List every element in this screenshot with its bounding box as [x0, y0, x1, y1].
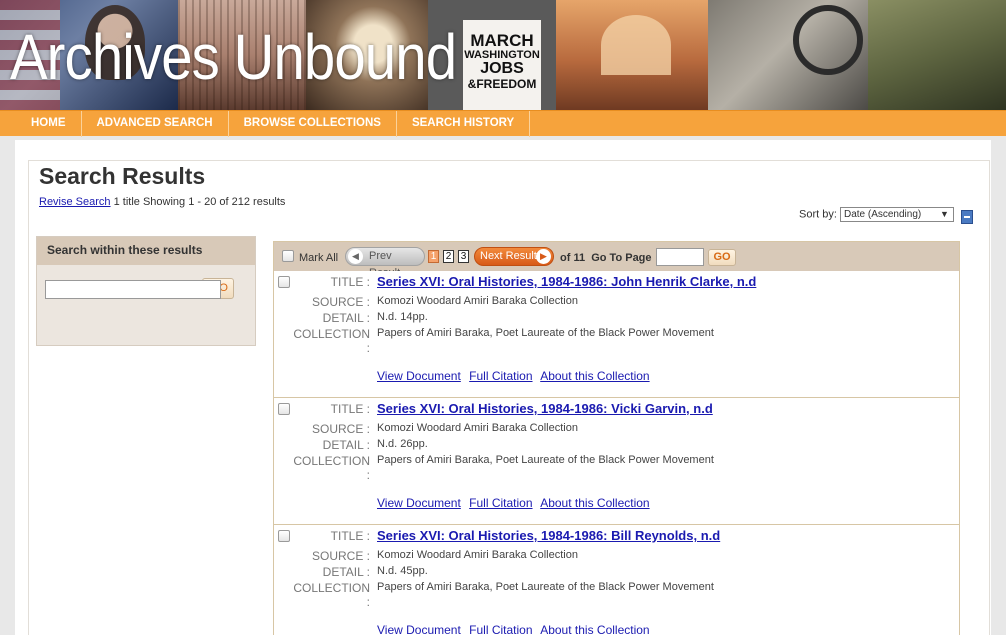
brand-logo[interactable]: Archives Unbound	[10, 20, 457, 94]
record-actions: View Document Full Citation About this C…	[377, 623, 655, 635]
sort-select[interactable]: Date (Ascending) ▼	[839, 207, 954, 222]
about-collection-link[interactable]: About this Collection	[540, 496, 649, 510]
source-label: SOURCE :	[311, 422, 370, 436]
page-body: Search Results Revise Search 1 title Sho…	[15, 140, 991, 635]
title-label: TITLE :	[330, 402, 370, 416]
sign-text: JOBS	[480, 60, 524, 78]
main-nav: HOME ADVANCED SEARCH BROWSE COLLECTIONS …	[0, 110, 1006, 137]
prev-result-button[interactable]: ◀ Prev Result	[345, 247, 425, 279]
dropdown-arrow-icon: ▼	[940, 209, 949, 219]
full-citation-link[interactable]: Full Citation	[469, 623, 532, 635]
results-summary: Revise Search 1 title Showing 1 - 20 of …	[39, 196, 285, 208]
goto-page-label: Go To Page	[591, 252, 652, 264]
title-label: TITLE :	[330, 529, 370, 543]
view-document-link[interactable]: View Document	[377, 496, 461, 510]
march-sign: MARCH WASHINGTON JOBS &FREEDOM	[463, 20, 541, 110]
collection-colon: :	[366, 341, 370, 355]
detail-label: DETAIL :	[322, 311, 370, 325]
record-detail: N.d. 26pp.	[377, 438, 428, 450]
record-detail: N.d. 45pp.	[377, 565, 428, 577]
nav-home[interactable]: HOME	[0, 111, 82, 137]
nav-browse-collections[interactable]: BROWSE COLLECTIONS	[229, 111, 397, 137]
record-title-link[interactable]: Series XVI: Oral Histories, 1984-1986: V…	[377, 401, 713, 416]
content-panel: Search Results Revise Search 1 title Sho…	[28, 160, 990, 635]
mark-all-checkbox[interactable]	[282, 250, 294, 262]
banner-photo-protest	[708, 0, 868, 110]
revise-search-link[interactable]: Revise Search	[39, 196, 111, 208]
result-record: TITLE : Series XVI: Oral Histories, 1984…	[274, 271, 959, 398]
search-within-heading: Search within these results	[37, 237, 255, 265]
record-collection: Papers of Amiri Baraka, Poet Laureate of…	[377, 454, 714, 466]
title-label: TITLE :	[330, 275, 370, 289]
record-collection: Papers of Amiri Baraka, Poet Laureate of…	[377, 327, 714, 339]
sort-selected-value: Date (Ascending)	[843, 209, 922, 220]
collection-colon: :	[366, 468, 370, 482]
sort-label: Sort by:	[799, 208, 837, 221]
goto-page-go-button[interactable]: GO	[708, 249, 736, 266]
arrow-left-icon: ◀	[348, 249, 363, 264]
record-source: Komozi Woodard Amiri Baraka Collection	[377, 549, 578, 561]
banner-photo-desert	[556, 0, 708, 110]
source-label: SOURCE :	[311, 549, 370, 563]
next-result-label: Next Result	[480, 250, 537, 262]
page-title: Search Results	[39, 163, 206, 189]
arrow-right-icon: ▶	[536, 249, 551, 264]
results-list: Mark All ◀ Prev Result 1 2 3 Next Result…	[273, 241, 960, 635]
record-actions: View Document Full Citation About this C…	[377, 496, 655, 510]
next-result-button[interactable]: Next Result ▶	[474, 247, 554, 266]
page-count: of 11 Go To Page	[560, 252, 652, 264]
view-document-link[interactable]: View Document	[377, 623, 461, 635]
total-pages: 11	[573, 252, 586, 264]
record-title-link[interactable]: Series XVI: Oral Histories, 1984-1986: J…	[377, 274, 756, 289]
detail-label: DETAIL :	[322, 565, 370, 579]
full-citation-link[interactable]: Full Citation	[469, 496, 532, 510]
record-title-link[interactable]: Series XVI: Oral Histories, 1984-1986: B…	[377, 528, 720, 543]
source-label: SOURCE :	[311, 295, 370, 309]
pagination-bar: Mark All ◀ Prev Result 1 2 3 Next Result…	[274, 242, 959, 279]
sort-control: Sort by: Date (Ascending) ▼	[799, 207, 954, 222]
search-within-box: Search within these results GO	[36, 236, 256, 346]
collection-colon: :	[366, 595, 370, 609]
nav-search-history[interactable]: SEARCH HISTORY	[397, 111, 531, 137]
page-link-3[interactable]: 3	[458, 250, 469, 263]
goto-page-input[interactable]	[656, 248, 704, 266]
about-collection-link[interactable]: About this Collection	[540, 623, 649, 635]
results-count: 1 title Showing 1 - 20 of 212 results	[113, 196, 286, 208]
rss-feed-icon[interactable]	[961, 210, 973, 224]
collection-label: COLLECTION	[293, 454, 370, 468]
banner-photo-soldiers	[868, 0, 1006, 110]
detail-label: DETAIL :	[322, 438, 370, 452]
result-record: TITLE : Series XVI: Oral Histories, 1984…	[274, 525, 959, 635]
sign-text: &FREEDOM	[467, 77, 537, 92]
record-actions: View Document Full Citation About this C…	[377, 369, 655, 383]
result-record: TITLE : Series XVI: Oral Histories, 1984…	[274, 398, 959, 525]
collection-label: COLLECTION	[293, 327, 370, 341]
record-detail: N.d. 14pp.	[377, 311, 428, 323]
full-citation-link[interactable]: Full Citation	[469, 369, 532, 383]
record-collection: Papers of Amiri Baraka, Poet Laureate of…	[377, 581, 714, 593]
header-banner: MARCH WASHINGTON JOBS &FREEDOM Archives …	[0, 0, 1006, 110]
search-within-input[interactable]	[45, 280, 221, 299]
record-source: Komozi Woodard Amiri Baraka Collection	[377, 295, 578, 307]
collection-label: COLLECTION	[293, 581, 370, 595]
view-document-link[interactable]: View Document	[377, 369, 461, 383]
about-collection-link[interactable]: About this Collection	[540, 369, 649, 383]
page-link-2[interactable]: 2	[443, 250, 454, 263]
mark-all-label[interactable]: Mark All	[299, 252, 338, 264]
nav-advanced-search[interactable]: ADVANCED SEARCH	[82, 111, 229, 137]
page-link-1[interactable]: 1	[428, 250, 439, 263]
record-source: Komozi Woodard Amiri Baraka Collection	[377, 422, 578, 434]
sign-text: MARCH	[470, 31, 534, 50]
of-label: of	[560, 252, 571, 264]
